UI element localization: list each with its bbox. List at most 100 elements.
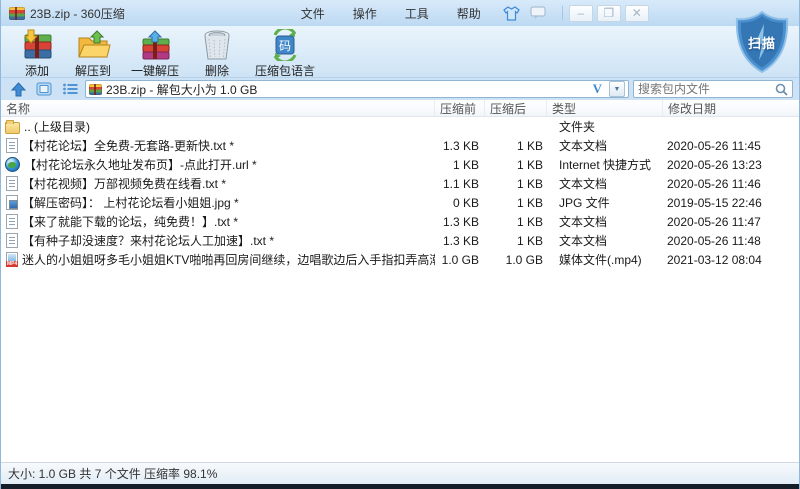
table-row[interactable]: 迷人的小姐姐呀多毛小姐姐KTV啪啪再回房间继续，边唱歌边后入手指扣弄高潮喷水回.… [1,250,799,269]
app-window: 23B.zip - 360压缩 文件 操作 工具 帮助 – ❐ ✕ [0,0,800,489]
titlebar: 23B.zip - 360压缩 文件 操作 工具 帮助 – ❐ ✕ [1,0,799,26]
column-header-size-after[interactable]: 压缩后 [485,100,547,116]
mp4-file-icon [6,252,18,267]
statusbar: 大小: 1.0 GB 共 7 个文件 压缩率 98.1% [1,462,799,484]
list-view-button[interactable] [59,80,81,98]
size-before: 1.1 KB [435,177,485,191]
file-type: 媒体文件(.mp4) [547,251,663,268]
search-icon[interactable] [775,83,788,96]
size-after: 1 KB [485,177,547,191]
file-name: 【有种子却没速度？来村花论坛人工加速】.txt * [22,232,274,249]
column-header-name[interactable]: 名称 [1,100,435,116]
file-date: 2020-05-26 13:23 [663,158,799,172]
file-name: 【村花视频】万部视频免费在线看.txt * [22,175,226,192]
file-type: 文本文档 [547,175,663,192]
address-history-dropdown[interactable]: ▼ [609,81,625,97]
menu-operation[interactable]: 操作 [339,2,391,25]
text-file-icon [6,138,18,153]
size-after: 1 KB [485,215,547,229]
column-header-date[interactable]: 修改日期 [663,100,799,116]
maximize-button[interactable]: ❐ [597,5,621,22]
list-header: 名称 压缩前 压缩后 类型 修改日期 [1,100,799,117]
folder-icon [5,122,20,134]
feedback-bubble-icon[interactable] [530,6,546,20]
up-directory-button[interactable] [7,80,29,98]
menu-file[interactable]: 文件 [287,2,339,25]
one-click-extract-button[interactable]: 一键解压 [121,28,189,80]
size-after: 1 KB [485,234,547,248]
icon-view-button[interactable] [33,80,55,98]
size-after: 1 KB [485,139,547,153]
divider [562,6,563,20]
file-name: 【来了就能下载的论坛，纯免费！】.txt * [22,213,238,230]
add-button[interactable]: 添加 [9,28,65,80]
skin-tshirt-icon[interactable] [503,6,520,21]
table-row[interactable]: 【村花视频】万部视频免费在线看.txt * 1.1 KB 1 KB 文本文档 2… [1,174,799,193]
app-zip-icon [9,7,25,20]
delete-label: 删除 [205,62,229,79]
archive-language-button[interactable]: 码 压缩包语言 [245,28,325,80]
file-name: 【村花论坛永久地址发布页】-点此打开.url * [24,156,257,173]
minimize-button[interactable]: – [569,5,593,22]
size-before: 1.3 KB [435,234,485,248]
delete-button[interactable]: 删除 [189,28,245,80]
file-date: 2020-05-26 11:46 [663,177,799,191]
window-controls: – ❐ ✕ [560,5,649,22]
table-row[interactable]: 【解压密码】： 上村花论坛看小姐姐.jpg * 0 KB 1 KB JPG 文件… [1,193,799,212]
search-input[interactable] [638,82,775,96]
size-before: 1.3 KB [435,215,485,229]
text-file-icon [6,214,18,229]
up-arrow-icon [11,82,26,97]
size-before: 1 KB [435,158,485,172]
file-date: 2021-03-12 08:04 [663,253,799,267]
folder-extract-icon [75,29,111,61]
toolbar: 添加 解压到 一键解压 [1,26,799,78]
file-name: 【村花论坛】全免费-无套路-更新快.txt * [22,137,234,154]
file-type: Internet 快捷方式 [547,156,663,173]
file-name: .. (上级目录) [24,118,90,135]
table-row[interactable]: 【村花论坛永久地址发布页】-点此打开.url * 1 KB 1 KB Inter… [1,155,799,174]
file-date: 2019-05-15 22:46 [663,196,799,210]
menu-help[interactable]: 帮助 [443,2,495,25]
icon-view-icon [36,82,52,96]
scan-shield-button[interactable]: 扫描 [733,10,791,74]
add-label: 添加 [25,62,49,79]
file-list: .. (上级目录) 文件夹 【村花论坛】全免费-无套路-更新快.txt * 1.… [1,117,799,462]
address-row: 23B.zip - 解包大小为 1.0 GB V ▼ [1,78,799,100]
file-type: JPG 文件 [547,194,663,211]
text-file-icon [6,176,18,191]
menu-tools[interactable]: 工具 [391,2,443,25]
status-text: 大小: 1.0 GB 共 7 个文件 压缩率 98.1% [8,465,217,482]
column-header-size-before[interactable]: 压缩前 [435,100,485,116]
trash-icon [199,29,235,61]
column-header-type[interactable]: 类型 [547,100,663,116]
table-row[interactable]: 【有种子却没速度？来村花论坛人工加速】.txt * 1.3 KB 1 KB 文本… [1,231,799,250]
file-type: 文件夹 [547,118,663,135]
titlebar-extra-icons [503,6,546,21]
size-before: 0 KB [435,196,485,210]
size-before: 1.3 KB [435,139,485,153]
size-after: 1.0 GB [485,253,547,267]
menubar: 文件 操作 工具 帮助 [287,2,495,25]
address-bar[interactable]: 23B.zip - 解包大小为 1.0 GB V ▼ [85,80,629,98]
url-shortcut-icon [5,157,20,172]
table-row[interactable]: 【来了就能下载的论坛，纯免费！】.txt * 1.3 KB 1 KB 文本文档 … [1,212,799,231]
extract-to-label: 解压到 [75,62,111,79]
text-file-icon [6,233,18,248]
close-button[interactable]: ✕ [625,5,649,22]
archive-language-label: 压缩包语言 [255,62,315,79]
window-title: 23B.zip - 360压缩 [30,5,125,22]
archive-extract-icon [137,29,173,61]
table-row-parent-dir[interactable]: .. (上级目录) 文件夹 [1,117,799,136]
archive-add-icon [19,29,55,61]
search-box[interactable] [633,80,793,98]
archive-zip-icon [89,84,102,95]
table-row[interactable]: 【村花论坛】全免费-无套路-更新快.txt * 1.3 KB 1 KB 文本文档… [1,136,799,155]
file-name: 迷人的小姐姐呀多毛小姐姐KTV啪啪再回房间继续，边唱歌边后入手指扣弄高潮喷水回.… [22,251,435,268]
extract-to-button[interactable]: 解压到 [65,28,121,80]
file-date: 2020-05-26 11:47 [663,215,799,229]
size-before: 1.0 GB [435,253,485,267]
file-date: 2020-05-26 11:48 [663,234,799,248]
window-bottom-edge [1,484,799,489]
list-view-icon [62,82,78,96]
